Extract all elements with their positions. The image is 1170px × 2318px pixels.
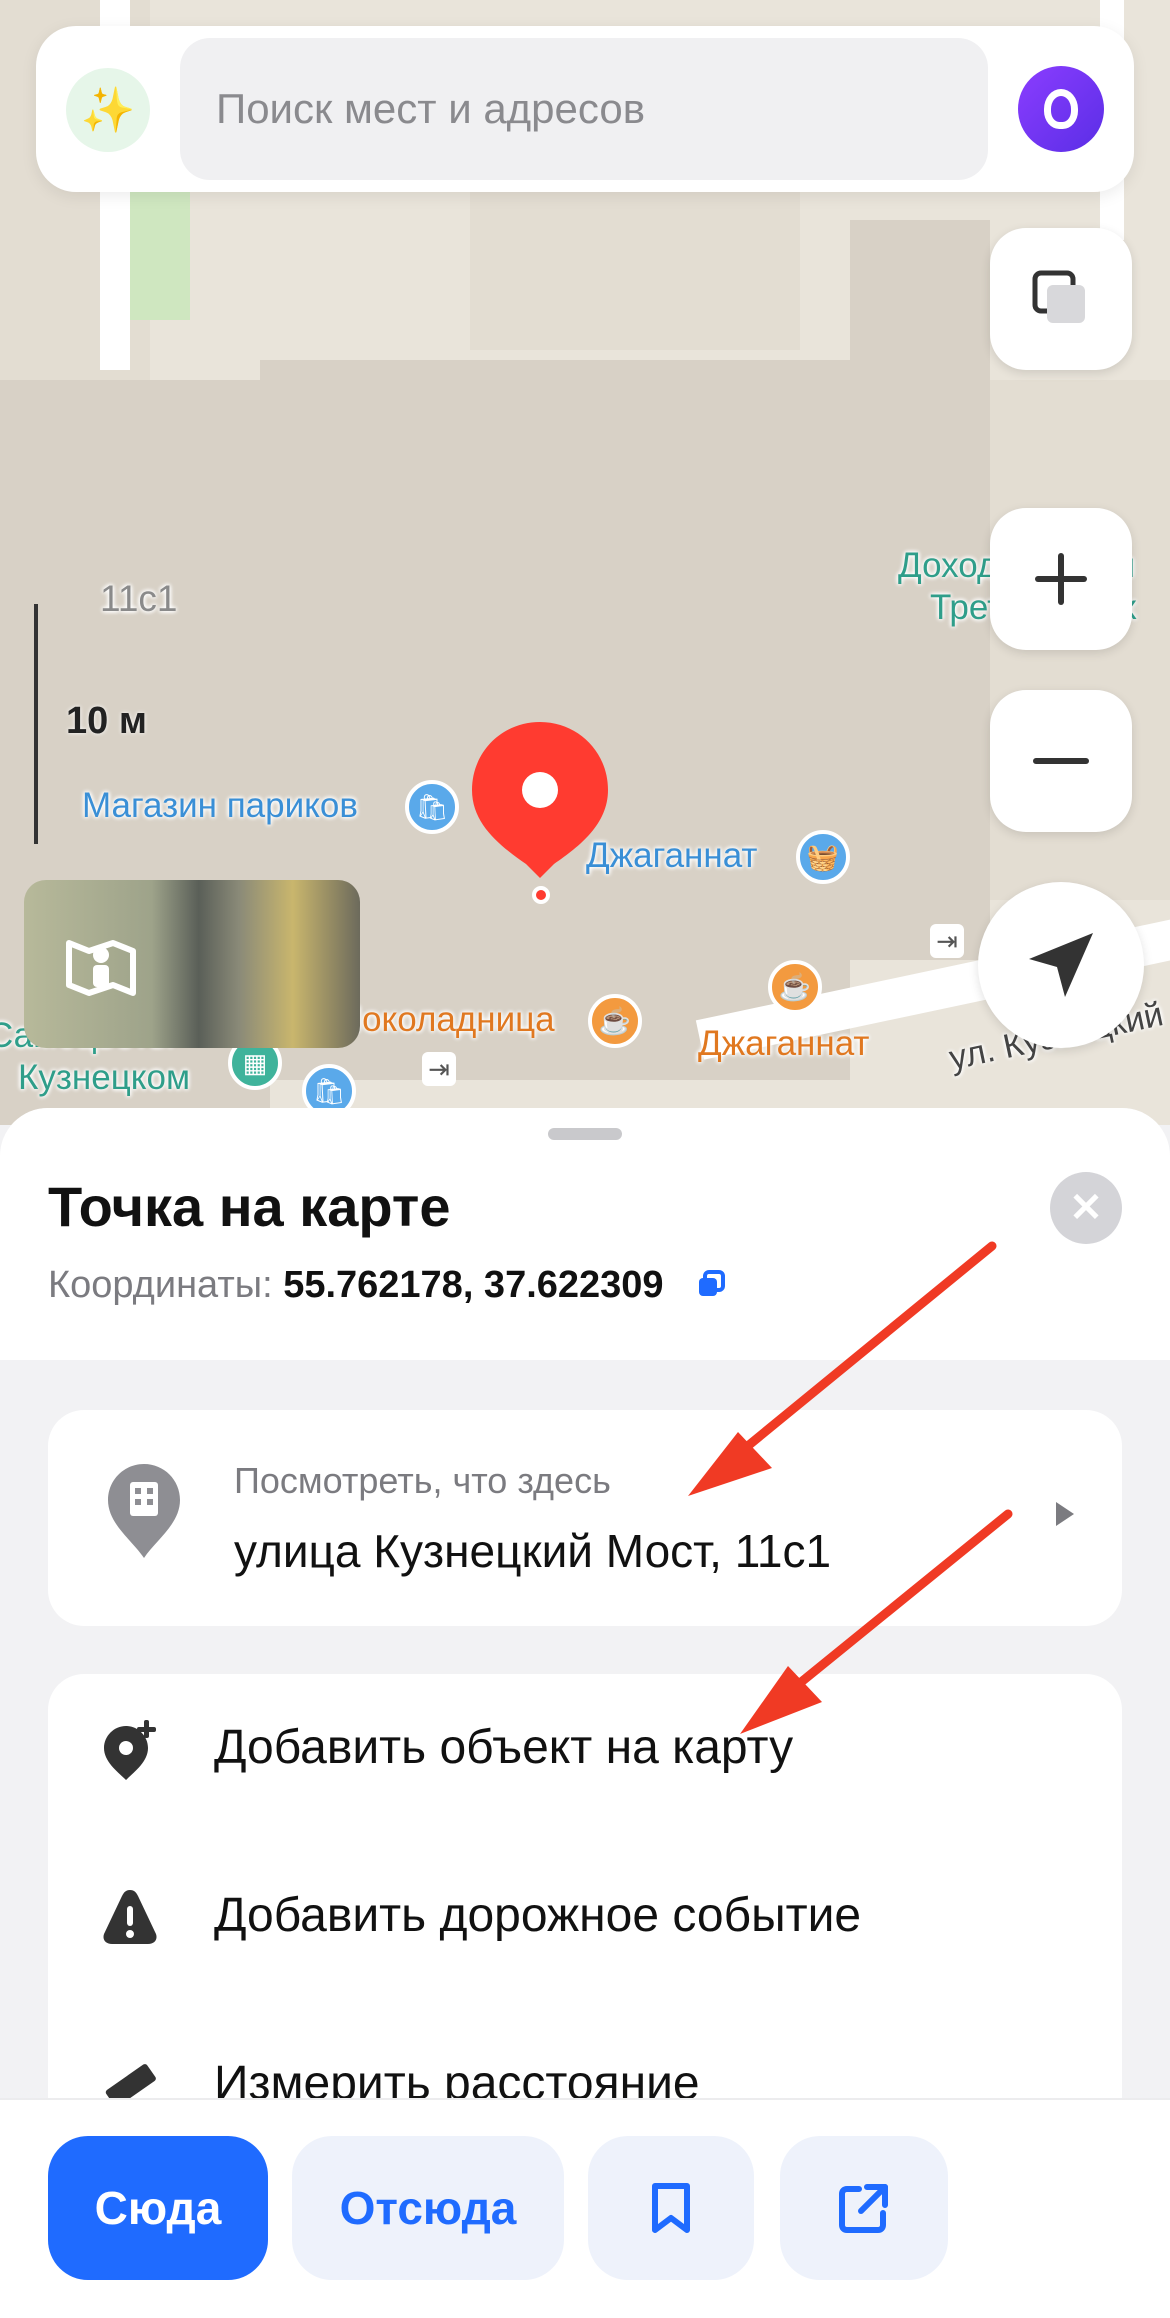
poi-label-wig-shop[interactable]: Магазин париков bbox=[82, 786, 358, 826]
alice-icon bbox=[1044, 89, 1078, 129]
map-building bbox=[470, 190, 800, 350]
poi-label-jagannath-2[interactable]: Джаганнат bbox=[698, 1024, 869, 1064]
sparkles-icon[interactable]: ✨ bbox=[66, 68, 150, 152]
copy-icon[interactable] bbox=[696, 1269, 726, 1299]
sheet-grabber[interactable] bbox=[548, 1128, 622, 1140]
zoom-out-button[interactable] bbox=[990, 690, 1132, 832]
whats-here-card[interactable]: Посмотреть, что здесь улица Кузнецкий Мо… bbox=[48, 1410, 1122, 1626]
add-place-icon bbox=[104, 1720, 156, 1780]
coordinates-label: Координаты: bbox=[48, 1264, 284, 1306]
poi-label-jagannath[interactable]: Джаганнат bbox=[586, 836, 757, 876]
share-button[interactable] bbox=[780, 2136, 948, 2280]
building-pin-icon bbox=[108, 1464, 180, 1558]
poi-label-kuznetskom[interactable]: Кузнецком bbox=[18, 1058, 190, 1098]
layers-button[interactable] bbox=[990, 228, 1132, 370]
scale-label: 10 м bbox=[66, 700, 147, 742]
sheet-header: Точка на карте ✕ Координаты: 55.762178, … bbox=[0, 1108, 1170, 1360]
entrance-icon: ⇥ bbox=[422, 1052, 456, 1086]
route-here-button[interactable]: Сюда bbox=[48, 2136, 268, 2280]
bottom-action-bar: Сюда Отсюда bbox=[0, 2098, 1170, 2318]
shopping-bag-icon[interactable]: 🛍 bbox=[405, 780, 459, 834]
scale-bar bbox=[34, 604, 38, 844]
sheet-title: Точка на карте bbox=[48, 1175, 451, 1238]
building-number-label: 11с1 bbox=[100, 578, 178, 619]
basket-icon[interactable]: 🧺 bbox=[796, 830, 850, 884]
chevron-right-icon bbox=[1056, 1502, 1074, 1526]
share-icon bbox=[839, 2184, 888, 2233]
pin-point-dot bbox=[532, 886, 550, 904]
street-panorama-thumbnail[interactable] bbox=[24, 880, 360, 1048]
coordinates-value: 55.762178, 37.622309 bbox=[283, 1264, 664, 1306]
cafe-icon[interactable]: ☕ bbox=[768, 960, 822, 1014]
action-label: Добавить объект на карту bbox=[214, 1721, 794, 1774]
add-road-event-action[interactable]: Добавить дорожное событие bbox=[48, 1842, 1122, 1992]
close-button[interactable]: ✕ bbox=[1050, 1172, 1122, 1244]
my-location-button[interactable] bbox=[978, 882, 1144, 1048]
alice-voice-assistant-button[interactable] bbox=[1018, 66, 1104, 152]
zoom-in-button[interactable] bbox=[990, 508, 1132, 650]
search-input[interactable]: Поиск мест и адресов bbox=[180, 38, 988, 180]
panorama-person-icon bbox=[46, 920, 156, 1010]
action-label: Добавить дорожное событие bbox=[214, 1889, 862, 1942]
warning-icon bbox=[103, 1890, 157, 1944]
entrance-icon: ⇥ bbox=[930, 924, 964, 958]
cafe-icon[interactable]: ☕ bbox=[588, 994, 642, 1048]
route-from-button[interactable]: Отсюда bbox=[292, 2136, 564, 2280]
zoom-in-icon bbox=[1035, 553, 1087, 605]
coordinates-row: Координаты: 55.762178, 37.622309 bbox=[48, 1264, 726, 1307]
whats-here-address: улица Кузнецкий Мост, 11с1 bbox=[234, 1525, 832, 1577]
poi-label-shokoladnitsa[interactable]: Шоколадница bbox=[330, 1000, 555, 1040]
whats-here-label: Посмотреть, что здесь bbox=[234, 1460, 611, 1501]
layers-icon bbox=[1032, 270, 1085, 323]
zoom-out-icon bbox=[1033, 758, 1089, 764]
add-object-action[interactable]: Добавить объект на карту bbox=[48, 1674, 1122, 1824]
locate-arrow-icon bbox=[1029, 933, 1093, 997]
search-bar: ✨ Поиск мест и адресов bbox=[36, 26, 1134, 192]
bookmark-button[interactable] bbox=[588, 2136, 754, 2280]
close-icon: ✕ bbox=[1069, 1186, 1103, 1230]
bookmark-icon bbox=[652, 2183, 690, 2233]
map-view[interactable]: 11с1 Магазин париков 🛍 Джаганнат 🧺 ☕ Джа… bbox=[0, 0, 1170, 1125]
map-pin-icon[interactable] bbox=[470, 720, 610, 880]
